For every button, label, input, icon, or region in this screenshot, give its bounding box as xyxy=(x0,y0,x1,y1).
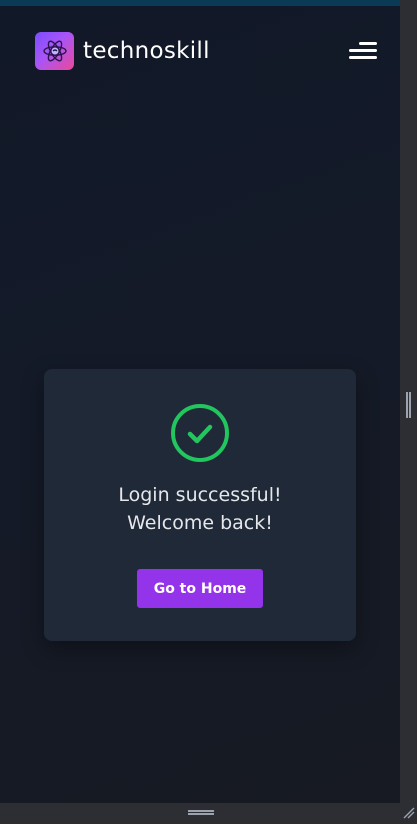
vertical-resize-handle[interactable] xyxy=(406,392,411,418)
check-circle-icon xyxy=(170,403,230,463)
horizontal-resize-bar[interactable] xyxy=(0,803,417,820)
go-to-home-button[interactable]: Go to Home xyxy=(137,569,263,608)
hamburger-menu-button[interactable] xyxy=(347,40,377,62)
menu-line-top xyxy=(359,42,377,45)
brand-link[interactable]: technoskill xyxy=(35,32,210,70)
resize-grip-icon[interactable] xyxy=(403,806,415,819)
vertical-resize-bar[interactable] xyxy=(400,0,417,820)
success-message-line1: Login successful! xyxy=(118,484,282,506)
horizontal-resize-handle[interactable] xyxy=(188,810,214,815)
top-accent-strip xyxy=(0,0,400,6)
success-message: Login successful! Welcome back! xyxy=(44,481,356,537)
login-success-card: Login successful! Welcome back! Go to Ho… xyxy=(44,369,356,641)
menu-line-middle xyxy=(349,49,377,52)
success-message-line2: Welcome back! xyxy=(127,512,273,534)
brand-name: technoskill xyxy=(83,38,210,64)
site-header: technoskill xyxy=(35,32,377,70)
app-viewport: technoskill Login successful! Welcome ba… xyxy=(0,0,400,803)
menu-line-bottom xyxy=(349,56,377,59)
atom-brain-icon xyxy=(35,32,74,70)
